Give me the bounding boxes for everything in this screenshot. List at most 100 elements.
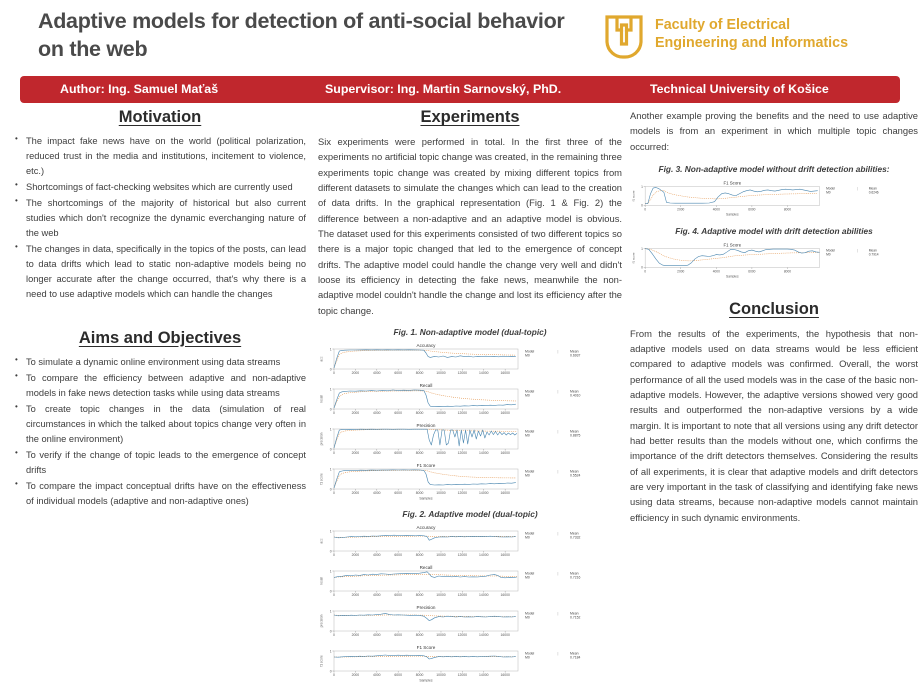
svg-text:16000: 16000 (500, 491, 510, 495)
svg-text:0.4010: 0.4010 (570, 394, 580, 398)
svg-text:14000: 14000 (479, 451, 489, 455)
aims-heading: Aims and Objectives (78, 328, 242, 347)
fig2-caption: Fig. 2. Adaptive model (dual-topic) (402, 508, 538, 519)
svg-text:0: 0 (333, 371, 335, 375)
svg-text:|: | (558, 571, 559, 575)
svg-text:12000: 12000 (458, 491, 468, 495)
svg-text:precision: precision (320, 432, 324, 445)
subplot-precision: Precision precision 0 1 0 2000 4000 6000 8000 100… (320, 423, 581, 455)
svg-text:14000: 14000 (479, 371, 489, 375)
svg-text:2000: 2000 (352, 371, 360, 375)
subplot-recall: Recall recall 0 1 0 2000 4000 6000 8000 10000 1200… (320, 565, 581, 597)
subplot-row: Accuracy acc 0 1 0 2000 4000 6000 8000 10000 12000… (318, 522, 622, 562)
svg-text:0.7216: 0.7216 (570, 576, 580, 580)
svg-text:|: | (558, 389, 559, 393)
svg-text:10000: 10000 (436, 593, 446, 597)
svg-text:|: | (857, 187, 858, 191)
experiments-paragraph: Six experiments were performed in total.… (318, 136, 622, 316)
svg-text:1: 1 (641, 247, 643, 251)
svg-text:6000: 6000 (394, 553, 402, 557)
subplot-f1-score: F1 Score f1 score 0 1 0 2000 4000 6000 8000 10000… (320, 463, 581, 500)
svg-text:M0: M0 (525, 474, 530, 478)
svg-text:8000: 8000 (416, 371, 424, 375)
svg-text:F1 Score: F1 Score (724, 180, 742, 185)
experiments-heading: Experiments (420, 108, 520, 126)
svg-text:8000: 8000 (784, 269, 791, 273)
subplot-f1-score: F1 Scoref1 score010 2000 4000 6000 8000Sampl… (631, 180, 879, 215)
conclusion-heading: Conclusion (729, 299, 819, 318)
svg-text:acc: acc (320, 356, 324, 361)
svg-text:6000: 6000 (394, 411, 402, 415)
svg-text:6000: 6000 (394, 451, 402, 455)
svg-text:12000: 12000 (458, 593, 468, 597)
svg-text:6000: 6000 (748, 269, 755, 273)
svg-text:|: | (558, 469, 559, 473)
page-title: Adaptive models for detection of anti-so… (38, 9, 565, 61)
svg-text:0: 0 (333, 633, 335, 637)
svg-text:0.7332: 0.7332 (570, 536, 580, 540)
svg-text:2000: 2000 (352, 451, 360, 455)
svg-text:M0: M0 (826, 191, 831, 195)
svg-text:0: 0 (330, 629, 332, 633)
svg-text:1: 1 (330, 387, 332, 391)
svg-text:14000: 14000 (479, 633, 489, 637)
faculty-name-label: Faculty of Electrical Engineering and In… (655, 17, 849, 52)
svg-text:1: 1 (330, 529, 332, 533)
svg-text:8000: 8000 (416, 673, 424, 677)
list-item: To compare the efficiency between adapti… (15, 370, 306, 401)
svg-text:1: 1 (641, 185, 643, 189)
fig1-chart: Accuracy acc 0 1 0 2000 4000 6000 8000 10000 12000… (318, 340, 622, 500)
svg-text:0: 0 (330, 549, 332, 553)
subplot-row: Accuracy acc 0 1 0 2000 4000 6000 8000 10000 12000… (318, 340, 622, 380)
svg-text:14000: 14000 (479, 673, 489, 677)
subplot-row: F1 Score f1 score 0 1 0 2000 4000 6000 8000 Sampl… (630, 178, 918, 215)
motivation-heading: Motivation (118, 108, 202, 126)
fig3-chart: F1 Score f1 score 0 1 0 2000 4000 6000 8000 Sampl… (630, 178, 918, 215)
svg-text:4000: 4000 (373, 371, 381, 375)
svg-text:Precision: Precision (417, 605, 436, 610)
poster-header: Adaptive models for detection of anti-so… (0, 0, 920, 70)
fig2-chart: Accuracy acc 0 1 0 2000 4000 6000 8000 10000 12000… (318, 522, 622, 682)
svg-text:1: 1 (330, 569, 332, 573)
svg-text:Recall: Recall (420, 565, 433, 570)
svg-text:M0: M0 (525, 656, 530, 660)
svg-text:0.5524: 0.5524 (570, 474, 580, 478)
subplot-row: Precision precision 0 1 0 2000 4000 6000 8000 100… (318, 420, 622, 460)
svg-text:0.6246: 0.6246 (869, 191, 879, 195)
svg-text:2000: 2000 (352, 411, 360, 415)
svg-text:0: 0 (644, 207, 646, 211)
svg-text:4000: 4000 (373, 411, 381, 415)
svg-text:8000: 8000 (416, 633, 424, 637)
svg-text:2000: 2000 (352, 673, 360, 677)
svg-text:6000: 6000 (394, 371, 402, 375)
fig4-chart: F1 Score f1 score 0 1 0 2000 4000 6000 8000 Sampl… (630, 240, 918, 278)
subplot-f1-score: F1 Scoref1 score010 2000 4000 6000 8000Sampl… (631, 242, 879, 278)
list-item: To compare the impact conceptual drifts … (15, 478, 306, 509)
svg-text:14000: 14000 (479, 553, 489, 557)
aims-list: To simulate a dynamic online environment… (8, 354, 312, 509)
svg-text:0.7184: 0.7184 (570, 656, 580, 660)
svg-text:1: 1 (330, 427, 332, 431)
svg-text:f1 score: f1 score (320, 473, 324, 485)
svg-text:8000: 8000 (416, 553, 424, 557)
svg-text:0: 0 (641, 204, 643, 208)
svg-text:M0: M0 (826, 253, 831, 257)
svg-text:F1 Score: F1 Score (417, 463, 436, 468)
svg-text:F1 Score: F1 Score (724, 242, 742, 247)
svg-text:0.7914: 0.7914 (869, 253, 879, 257)
svg-text:10000: 10000 (436, 451, 446, 455)
svg-text:M0: M0 (525, 536, 530, 540)
subplot-row: Recall recall 0 1 0 2000 4000 6000 8000 10000 1200… (318, 380, 622, 420)
svg-text:8000: 8000 (784, 207, 791, 211)
fig1-caption: Fig. 1. Non-adaptive model (dual-topic) (393, 326, 547, 337)
list-item: The shortcomings of the majority of hist… (15, 195, 306, 241)
svg-text:4000: 4000 (373, 633, 381, 637)
subplot-recall: Recall recall 0 1 0 2000 4000 6000 8000 10000 1200… (320, 383, 581, 415)
svg-text:Samples: Samples (726, 274, 739, 278)
banner-supervisor-label: Supervisor: Ing. Martin Sarnovský, PhD. (325, 82, 562, 96)
svg-text:|: | (558, 611, 559, 615)
svg-text:0: 0 (333, 491, 335, 495)
svg-text:4000: 4000 (373, 553, 381, 557)
svg-text:|: | (558, 349, 559, 353)
svg-text:M0: M0 (525, 394, 530, 398)
